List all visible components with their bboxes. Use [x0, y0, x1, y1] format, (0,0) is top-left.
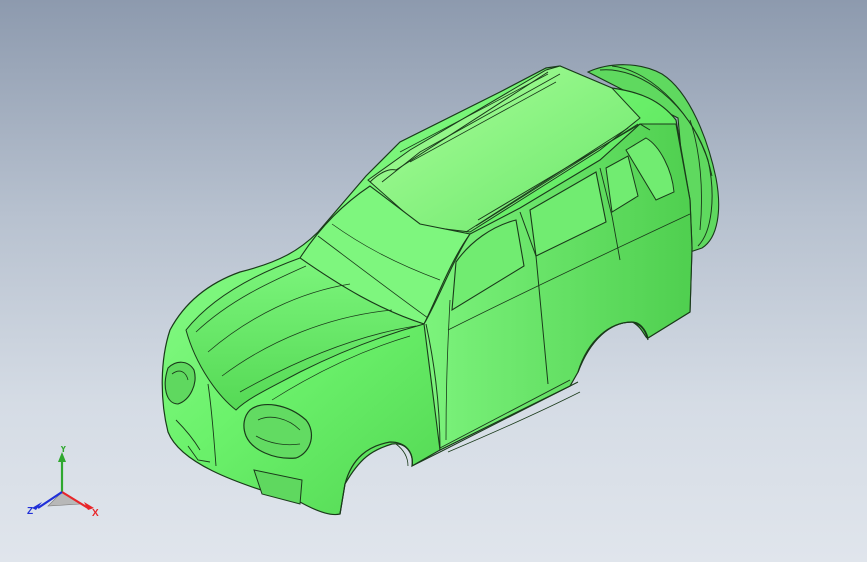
model-view[interactable] — [0, 0, 867, 562]
z-axis-label: Z — [27, 506, 33, 517]
orientation-triad[interactable]: Y X Z — [22, 444, 106, 526]
y-axis-label: Y — [60, 446, 67, 455]
x-axis-label: X — [92, 508, 99, 519]
graphics-viewport[interactable]: Y X Z — [0, 0, 867, 562]
